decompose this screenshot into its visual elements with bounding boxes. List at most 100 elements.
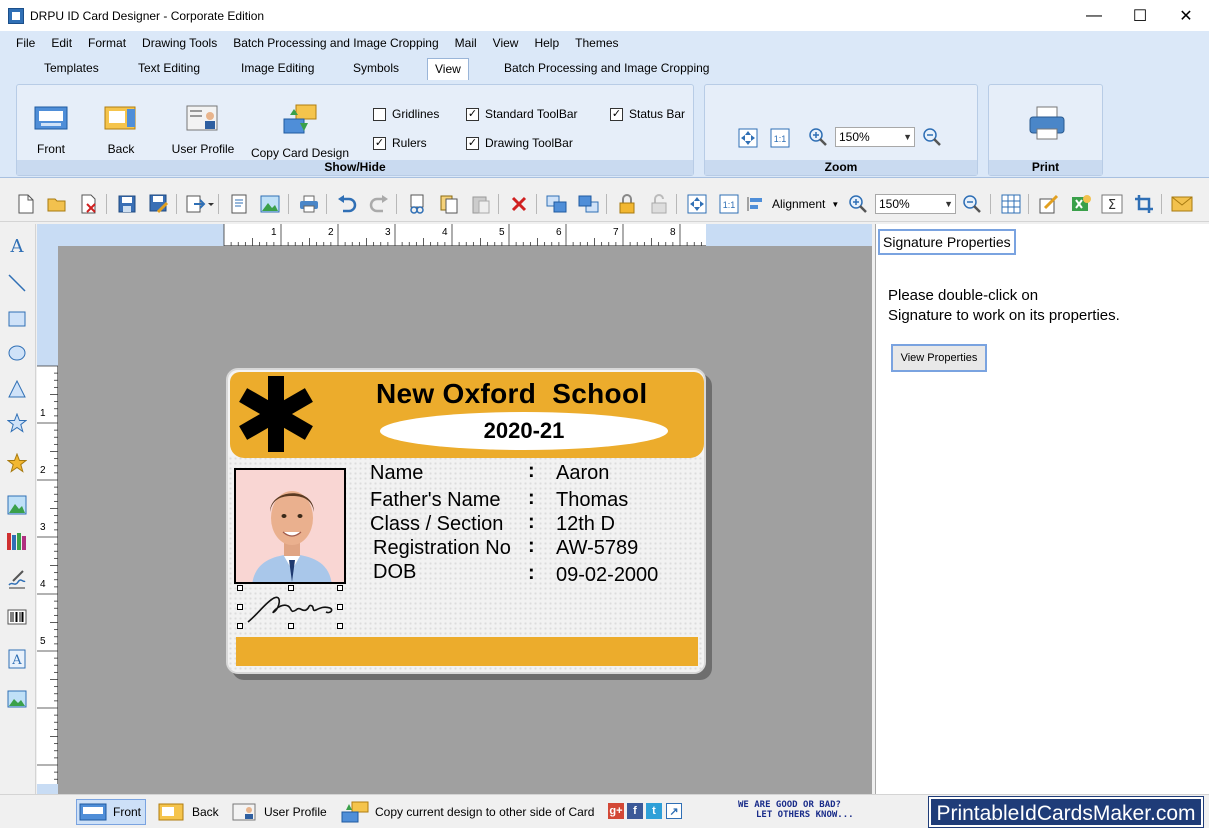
crop-button[interactable] [1133,193,1155,215]
status-front-button[interactable]: Front [76,799,147,825]
rulers-checkbox[interactable]: ✓ Rulers [373,136,427,150]
edit-card-button[interactable] [1038,193,1060,215]
rectangle-tool-button[interactable] [6,308,28,330]
user-profile-button[interactable]: User Profile [165,103,241,156]
front-button[interactable]: Front [21,103,81,156]
line-tool-button[interactable] [6,272,28,294]
grid-button[interactable] [1000,193,1022,215]
resize-handle[interactable] [237,623,243,629]
star-tool-button[interactable] [6,412,28,434]
share-icon[interactable]: ↗ [666,803,682,819]
undo-button[interactable] [336,193,358,215]
actual-size-toolbar-button[interactable]: 1:1 [718,193,740,215]
field-label-name[interactable]: Name [370,462,423,485]
field-value-class-section[interactable]: 12th D [556,513,615,536]
cut-button[interactable] [406,193,428,215]
tab-text-editing[interactable]: Text Editing [131,58,207,80]
status-copy-design-button[interactable]: Copy current design to other side of Car… [340,799,594,825]
student-photo[interactable] [234,468,346,584]
facebook-icon[interactable]: f [627,803,643,819]
lock-button[interactable] [616,193,638,215]
picture-tool-button[interactable] [6,688,28,710]
menu-mail[interactable]: Mail [447,36,485,50]
resize-handle[interactable] [237,604,243,610]
unlock-button[interactable] [648,193,670,215]
email-button[interactable] [1171,193,1193,215]
view-properties-button[interactable]: View Properties [891,344,987,372]
menu-help[interactable]: Help [526,36,567,50]
card-footer-bar[interactable] [236,637,698,666]
school-name[interactable]: New Oxford School [376,378,647,410]
tab-view[interactable]: View [427,58,469,80]
minimize-button[interactable]: — [1071,0,1117,31]
fit-to-window-button[interactable] [737,127,759,149]
close-button[interactable]: ✕ [1163,0,1209,31]
zoom-in-toolbar-button[interactable] [847,193,869,215]
close-file-button[interactable] [78,193,100,215]
new-button[interactable] [15,193,37,215]
formula-button[interactable]: Σ [1101,193,1123,215]
field-value-fathers-name[interactable]: Thomas [556,489,628,512]
export-button[interactable] [186,193,214,215]
insert-image-button[interactable] [259,193,281,215]
gridlines-checkbox[interactable]: Gridlines [373,107,439,121]
field-value-registration-no[interactable]: AW-5789 [556,537,638,560]
text-tool-button[interactable]: A [6,234,28,256]
save-as-button[interactable] [148,193,170,215]
twitter-icon[interactable]: t [646,803,662,819]
menu-format[interactable]: Format [80,36,134,50]
status-bar-checkbox[interactable]: ✓ Status Bar [610,107,685,121]
resize-handle[interactable] [337,585,343,591]
open-button[interactable] [46,193,68,215]
paste-button[interactable] [470,193,492,215]
maximize-button[interactable]: ☐ [1117,0,1163,31]
fit-toolbar-button[interactable] [686,193,708,215]
signature-tool-button[interactable] [6,568,28,590]
status-user-profile-button[interactable]: User Profile [232,799,327,825]
tab-templates[interactable]: Templates [37,58,106,80]
menu-view[interactable]: View [485,36,527,50]
menu-themes[interactable]: Themes [567,36,626,50]
field-label-fathers-name[interactable]: Father's Name [370,489,501,512]
field-label-registration-no[interactable]: Registration No [373,537,511,560]
tab-batch-processing[interactable]: Batch Processing and Image Cropping [497,58,716,80]
print-button[interactable] [1025,105,1069,150]
triangle-tool-button[interactable] [6,378,28,400]
copy-button[interactable] [438,193,460,215]
menu-edit[interactable]: Edit [43,36,80,50]
image-tool-button[interactable] [6,494,28,516]
alignment-dropdown[interactable]: Alignment ▼ [746,193,842,215]
barcode-tool-button[interactable] [6,606,28,628]
resize-handle[interactable] [337,604,343,610]
signature-object[interactable] [237,585,343,629]
field-label-class-section[interactable]: Class / Section [370,513,503,536]
excel-import-button[interactable] [1070,193,1092,215]
tab-image-editing[interactable]: Image Editing [234,58,321,80]
library-tool-button[interactable] [6,530,28,552]
field-label-dob[interactable]: DOB [373,561,416,584]
menu-drawing-tools[interactable]: Drawing Tools [134,36,225,50]
resize-handle[interactable] [288,585,294,591]
menu-file[interactable]: File [8,36,43,50]
back-button[interactable]: Back [91,103,151,156]
toolbar-zoom-select[interactable]: 150% ▼ [875,194,956,214]
field-value-name[interactable]: Aaron [556,462,609,485]
resize-handle[interactable] [337,623,343,629]
academic-year[interactable]: 2020-21 [380,412,668,450]
standard-toolbar-checkbox[interactable]: ✓ Standard ToolBar [466,107,578,121]
properties-button[interactable] [228,193,250,215]
zoom-in-button[interactable] [807,126,829,148]
delete-button[interactable] [508,193,530,215]
actual-size-button[interactable]: 1:1 [769,127,791,149]
medical-star-icon[interactable] [236,374,316,454]
bring-front-button[interactable] [546,193,568,215]
google-plus-icon[interactable]: g+ [608,803,624,819]
watermark-tool-button[interactable]: A [6,648,28,670]
resize-handle[interactable] [288,623,294,629]
field-value-dob[interactable]: 09-02-2000 [556,564,658,587]
zoom-out-button[interactable] [921,126,943,148]
menu-batch-processing[interactable]: Batch Processing and Image Cropping [225,36,446,50]
print-toolbar-button[interactable] [298,193,320,215]
ellipse-tool-button[interactable] [6,342,28,364]
symbol-tool-button[interactable] [6,452,28,474]
